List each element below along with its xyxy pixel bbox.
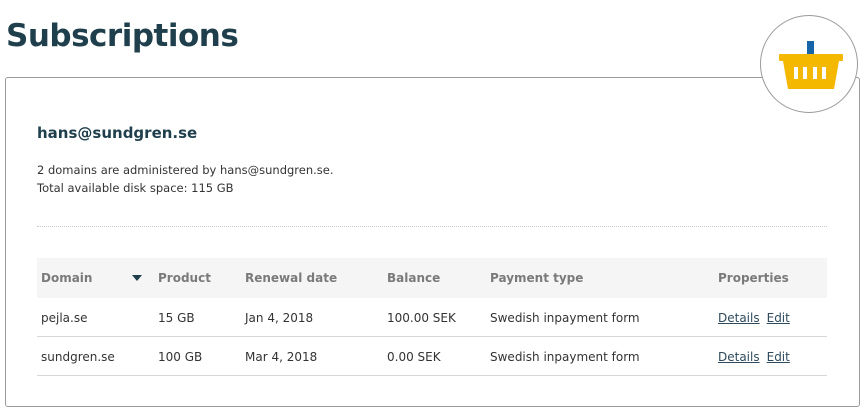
cell-domain: sundgren.se	[41, 350, 115, 364]
cell-payment-type: Swedish inpayment form	[490, 311, 640, 325]
subscriptions-badge	[760, 15, 858, 113]
cell-balance: 100.00 SEK	[387, 311, 456, 325]
cell-renewal-date: Jan 4, 2018	[245, 311, 314, 325]
table-header: Domain Product Renewal date Balance Paym…	[37, 258, 827, 298]
basket-icon	[779, 41, 843, 89]
cell-product: 15 GB	[158, 311, 195, 325]
header-domain[interactable]: Domain	[41, 258, 92, 298]
edit-link[interactable]: Edit	[767, 350, 790, 364]
cell-domain: pejla.se	[41, 311, 88, 325]
account-info: 2 domains are administered by hans@sundg…	[37, 161, 334, 197]
cell-balance: 0.00 SEK	[387, 350, 441, 364]
cell-payment-type: Swedish inpayment form	[490, 350, 640, 364]
cell-properties: Details Edit	[718, 298, 790, 339]
header-payment-type: Payment type	[490, 271, 584, 285]
cell-renewal-date: Mar 4, 2018	[245, 350, 318, 364]
page-title: Subscriptions	[6, 18, 239, 54]
header-product: Product	[158, 271, 211, 285]
cell-properties: Details Edit	[718, 337, 790, 378]
header-renewal-date: Renewal date	[245, 271, 338, 285]
table-row: sundgren.se 100 GB Mar 4, 2018 0.00 SEK …	[37, 337, 827, 376]
subscription-card: hans@sundgren.se 2 domains are administe…	[5, 77, 860, 407]
table-row: pejla.se 15 GB Jan 4, 2018 100.00 SEK Sw…	[37, 298, 827, 337]
cell-product: 100 GB	[158, 350, 203, 364]
edit-link[interactable]: Edit	[767, 311, 790, 325]
details-link[interactable]: Details	[718, 311, 760, 325]
header-properties: Properties	[718, 271, 789, 285]
details-link[interactable]: Details	[718, 350, 760, 364]
account-email: hans@sundgren.se	[37, 124, 198, 142]
section-divider	[37, 226, 827, 227]
subscriptions-table: Domain Product Renewal date Balance Paym…	[37, 258, 827, 376]
disk-space-text: Total available disk space: 115 GB	[37, 181, 234, 195]
caret-down-icon[interactable]	[132, 275, 142, 281]
domains-count-text: 2 domains are administered by hans@sundg…	[37, 163, 334, 177]
header-balance: Balance	[387, 271, 441, 285]
